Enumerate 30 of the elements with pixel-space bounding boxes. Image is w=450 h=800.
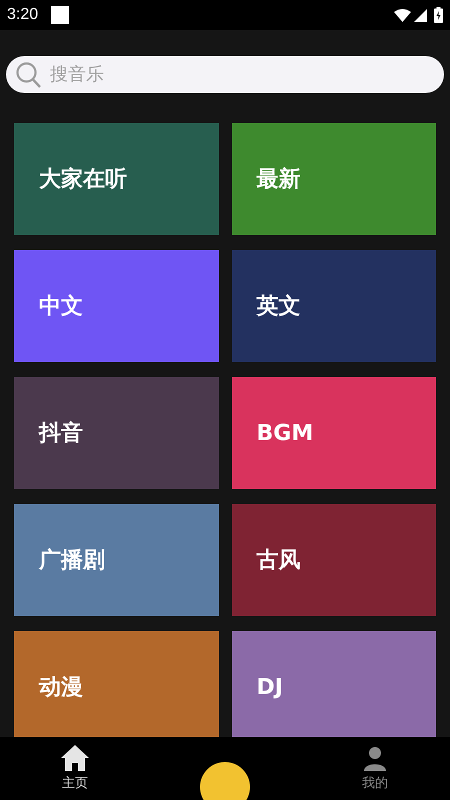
category-tile[interactable]: 广播剧 (14, 504, 218, 616)
category-tile[interactable]: 英文 (232, 250, 436, 362)
status-time: 3:20 (7, 5, 38, 25)
wifi-icon (394, 8, 411, 22)
category-tile[interactable]: 动漫 (14, 631, 218, 737)
category-label: 英文 (256, 292, 300, 320)
category-label: 大家在听 (39, 166, 127, 194)
category-label: 广播剧 (39, 546, 105, 574)
category-tile[interactable]: 大家在听 (14, 123, 218, 235)
category-tile[interactable]: BGM (232, 377, 436, 489)
battery-icon (434, 7, 443, 23)
category-label: 最新 (256, 166, 300, 194)
signal-icon (414, 8, 427, 22)
notification-icon (51, 6, 70, 24)
search-field[interactable]: 搜音乐 (6, 56, 444, 93)
nav-tab[interactable]: 我的 (300, 737, 450, 800)
category-label: 动漫 (39, 674, 83, 702)
category-label: 古风 (256, 546, 300, 574)
nav-tab[interactable]: 主页 (0, 737, 150, 800)
home-icon (60, 744, 90, 772)
category-tile[interactable]: 抖音 (14, 377, 218, 489)
category-label: 抖音 (39, 420, 83, 448)
category-label: BGM (256, 420, 314, 448)
category-label: 中文 (39, 292, 83, 320)
category-tile[interactable]: 中文 (14, 250, 218, 362)
category-tile[interactable]: 古风 (232, 504, 436, 616)
category-label: DJ (256, 674, 283, 702)
search-icon (16, 62, 41, 88)
category-tile[interactable]: 最新 (232, 123, 436, 235)
category-tile[interactable]: DJ (232, 631, 436, 737)
